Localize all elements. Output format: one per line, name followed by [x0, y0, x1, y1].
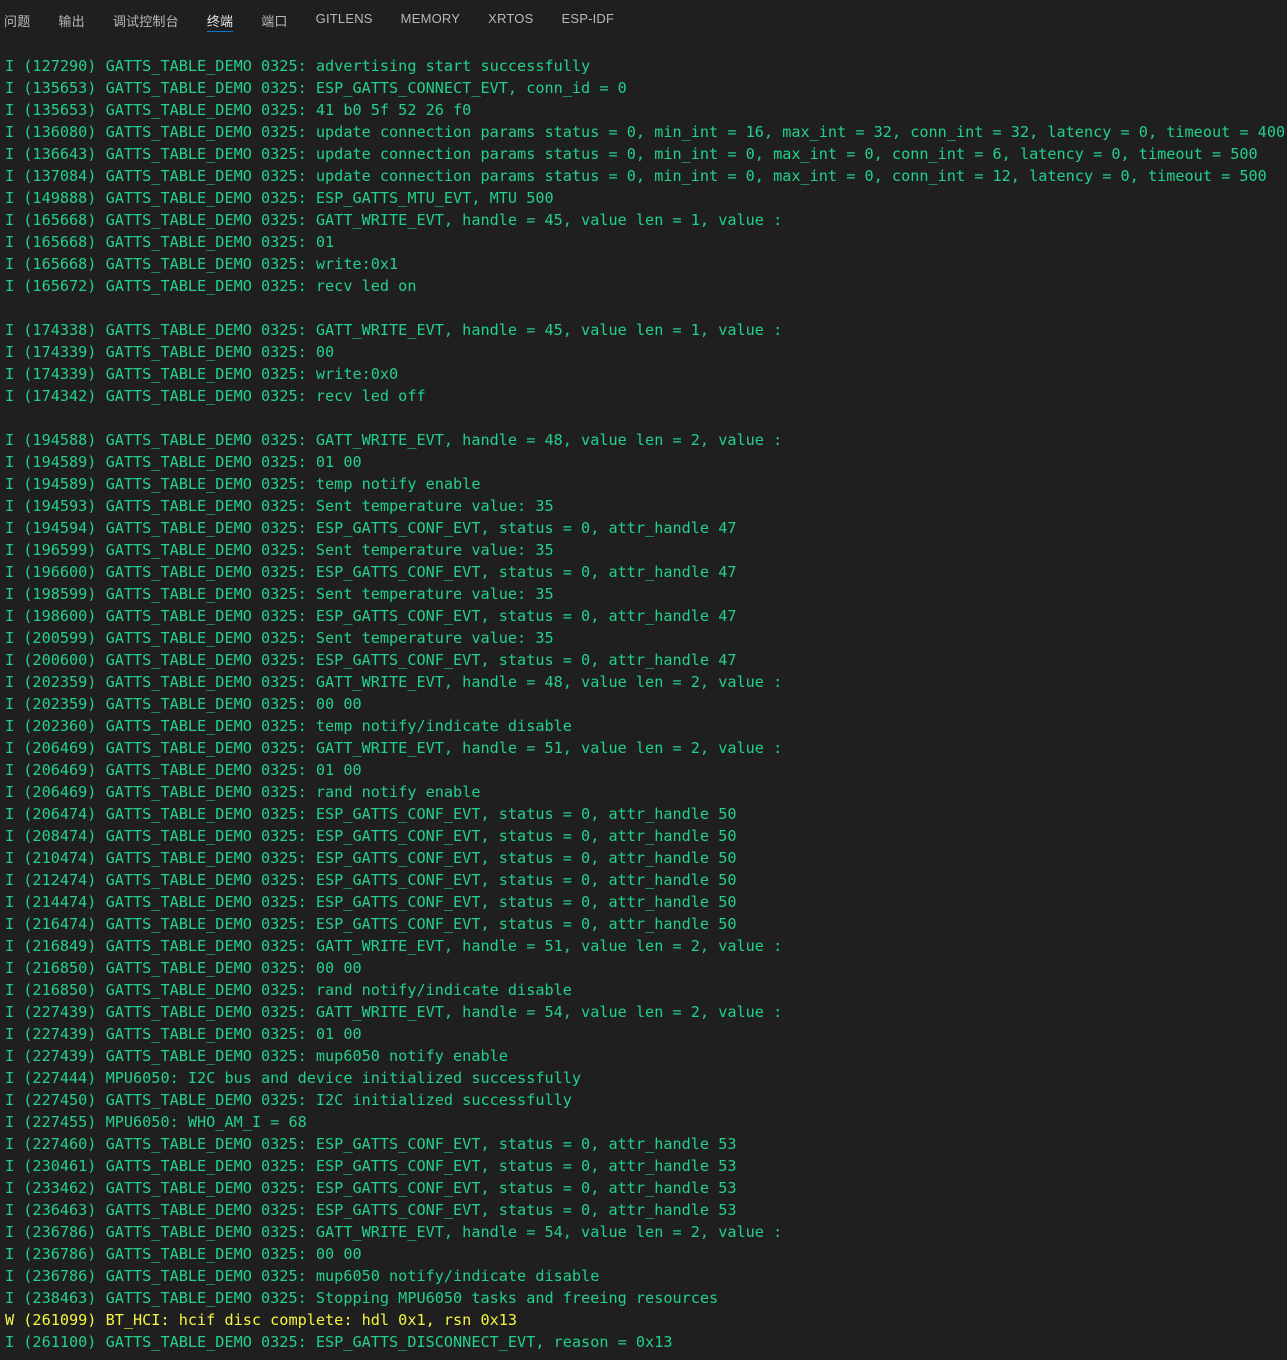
terminal-line: I (208474) GATTS_TABLE_DEMO 0325: ESP_GA… [5, 827, 737, 845]
terminal-line: I (194589) GATTS_TABLE_DEMO 0325: temp n… [5, 475, 481, 493]
terminal-line: I (230461) GATTS_TABLE_DEMO 0325: ESP_GA… [5, 1157, 737, 1175]
terminal-line: I (206469) GATTS_TABLE_DEMO 0325: 01 00 [5, 761, 362, 779]
terminal-line: I (198600) GATTS_TABLE_DEMO 0325: ESP_GA… [5, 607, 737, 625]
terminal-line: I (212474) GATTS_TABLE_DEMO 0325: ESP_GA… [5, 871, 737, 889]
terminal-line: I (165668) GATTS_TABLE_DEMO 0325: write:… [5, 255, 399, 273]
terminal-line: I (196600) GATTS_TABLE_DEMO 0325: ESP_GA… [5, 563, 737, 581]
terminal-line: I (227460) GATTS_TABLE_DEMO 0325: ESP_GA… [5, 1135, 737, 1153]
terminal-line: I (136643) GATTS_TABLE_DEMO 0325: update… [5, 145, 1258, 163]
tab-xrtos[interactable]: XRTOS [488, 0, 533, 27]
terminal-line: I (206469) GATTS_TABLE_DEMO 0325: GATT_W… [5, 739, 783, 757]
terminal-line: I (135653) GATTS_TABLE_DEMO 0325: 41 b0 … [5, 101, 472, 119]
terminal-line: I (238463) GATTS_TABLE_DEMO 0325: Stoppi… [5, 1289, 719, 1307]
terminal-line: I (216850) GATTS_TABLE_DEMO 0325: rand n… [5, 981, 572, 999]
terminal-line: I (194588) GATTS_TABLE_DEMO 0325: GATT_W… [5, 431, 783, 449]
tab-gitlens[interactable]: GITLENS [316, 0, 373, 27]
terminal-line: I (198599) GATTS_TABLE_DEMO 0325: Sent t… [5, 585, 554, 603]
terminal-line: I (210474) GATTS_TABLE_DEMO 0325: ESP_GA… [5, 849, 737, 867]
terminal-line: I (216849) GATTS_TABLE_DEMO 0325: GATT_W… [5, 937, 783, 955]
terminal-line: I (227439) GATTS_TABLE_DEMO 0325: 01 00 [5, 1025, 362, 1043]
terminal-line: I (194593) GATTS_TABLE_DEMO 0325: Sent t… [5, 497, 554, 515]
terminal-line: I (233462) GATTS_TABLE_DEMO 0325: ESP_GA… [5, 1179, 737, 1197]
terminal-line: I (227455) MPU6050: WHO_AM_I = 68 [5, 1113, 307, 1131]
tab-problems[interactable]: 问题 [4, 0, 30, 29]
terminal-line: I (200600) GATTS_TABLE_DEMO 0325: ESP_GA… [5, 651, 737, 669]
terminal-line: I (174339) GATTS_TABLE_DEMO 0325: 00 [5, 343, 335, 361]
tab-esp-idf[interactable]: ESP-IDF [561, 0, 614, 27]
terminal-line: I (165668) GATTS_TABLE_DEMO 0325: GATT_W… [5, 211, 783, 229]
terminal-line: I (174339) GATTS_TABLE_DEMO 0325: write:… [5, 365, 399, 383]
terminal-line: I (127290) GATTS_TABLE_DEMO 0325: advert… [5, 57, 591, 75]
terminal-line: I (202360) GATTS_TABLE_DEMO 0325: temp n… [5, 717, 572, 735]
terminal-line: I (206474) GATTS_TABLE_DEMO 0325: ESP_GA… [5, 805, 737, 823]
tab-terminal[interactable]: 终端 [206, 0, 234, 32]
terminal-line: I (236786) GATTS_TABLE_DEMO 0325: mup605… [5, 1267, 600, 1285]
terminal-line: I (236786) GATTS_TABLE_DEMO 0325: GATT_W… [5, 1223, 783, 1241]
terminal-line: I (261100) GATTS_TABLE_DEMO 0325: ESP_GA… [5, 1333, 673, 1351]
terminal-line: I (194594) GATTS_TABLE_DEMO 0325: ESP_GA… [5, 519, 737, 537]
panel-tab-bar: 问题 输出 调试控制台 终端 端口 GITLENS MEMORY XRTOS ESP-IDF [0, 0, 1287, 38]
terminal-line: I (174342) GATTS_TABLE_DEMO 0325: recv l… [5, 387, 426, 405]
terminal-line: I (206469) GATTS_TABLE_DEMO 0325: rand n… [5, 783, 481, 801]
terminal-line: I (214474) GATTS_TABLE_DEMO 0325: ESP_GA… [5, 893, 737, 911]
terminal-line: I (194589) GATTS_TABLE_DEMO 0325: 01 00 [5, 453, 362, 471]
terminal-line: I (216474) GATTS_TABLE_DEMO 0325: ESP_GA… [5, 915, 737, 933]
terminal-line: I (165668) GATTS_TABLE_DEMO 0325: 01 [5, 233, 335, 251]
terminal-output[interactable]: I (127290) GATTS_TABLE_DEMO 0325: advert… [0, 55, 1287, 1360]
terminal-line: I (200599) GATTS_TABLE_DEMO 0325: Sent t… [5, 629, 554, 647]
terminal-line: I (227444) MPU6050: I2C bus and device i… [5, 1069, 582, 1087]
terminal-line: I (227439) GATTS_TABLE_DEMO 0325: mup605… [5, 1047, 508, 1065]
tab-ports[interactable]: 端口 [261, 0, 287, 29]
tab-output[interactable]: 输出 [58, 0, 84, 29]
tab-memory[interactable]: MEMORY [401, 0, 460, 27]
terminal-line: I (137084) GATTS_TABLE_DEMO 0325: update… [5, 167, 1267, 185]
terminal-line: I (174338) GATTS_TABLE_DEMO 0325: GATT_W… [5, 321, 783, 339]
terminal-line: I (149888) GATTS_TABLE_DEMO 0325: ESP_GA… [5, 189, 554, 207]
terminal-line: I (202359) GATTS_TABLE_DEMO 0325: 00 00 [5, 695, 362, 713]
terminal-line: I (216850) GATTS_TABLE_DEMO 0325: 00 00 [5, 959, 362, 977]
terminal-line: I (227439) GATTS_TABLE_DEMO 0325: GATT_W… [5, 1003, 783, 1021]
terminal-line: I (236786) GATTS_TABLE_DEMO 0325: 00 00 [5, 1245, 362, 1263]
terminal-line: I (135653) GATTS_TABLE_DEMO 0325: ESP_GA… [5, 79, 627, 97]
terminal-line-warning: W (261099) BT_HCI: hcif disc complete: h… [5, 1311, 518, 1329]
terminal-line: I (165672) GATTS_TABLE_DEMO 0325: recv l… [5, 277, 417, 295]
terminal-line: I (136080) GATTS_TABLE_DEMO 0325: update… [5, 123, 1286, 141]
terminal-line: I (236463) GATTS_TABLE_DEMO 0325: ESP_GA… [5, 1201, 737, 1219]
tab-debug-console[interactable]: 调试控制台 [113, 0, 179, 29]
terminal-line: I (202359) GATTS_TABLE_DEMO 0325: GATT_W… [5, 673, 783, 691]
terminal-line: I (196599) GATTS_TABLE_DEMO 0325: Sent t… [5, 541, 554, 559]
terminal-line: I (227450) GATTS_TABLE_DEMO 0325: I2C in… [5, 1091, 572, 1109]
